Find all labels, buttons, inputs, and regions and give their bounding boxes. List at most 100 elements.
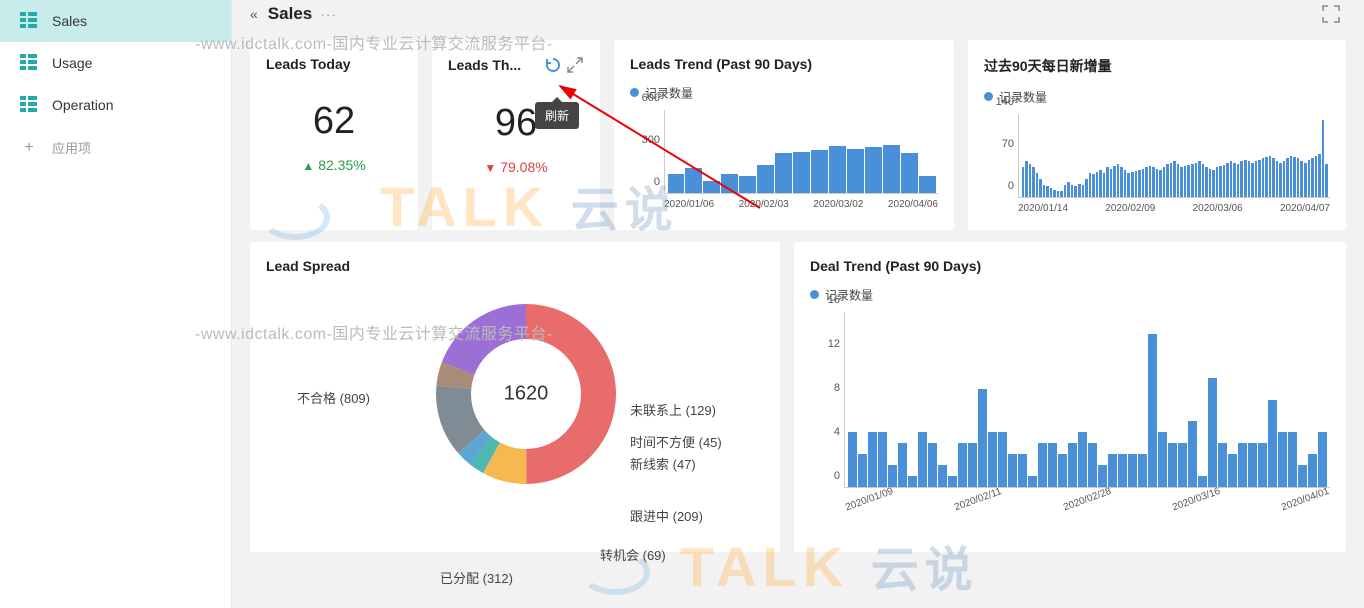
card-title: Leads Trend (Past 90 Days) xyxy=(630,56,938,72)
donut-center-value: 1620 xyxy=(504,383,549,406)
chart-bar xyxy=(1039,179,1042,197)
chart-bar xyxy=(1191,164,1194,197)
chart-bar xyxy=(898,443,907,487)
chart-bar xyxy=(1240,161,1243,197)
chart-bar xyxy=(1032,167,1035,197)
card-title: Lead Spread xyxy=(266,258,764,274)
chart-legend: 记录数量 xyxy=(630,84,938,102)
chart-bar xyxy=(1177,164,1180,197)
chart-bar xyxy=(1205,167,1208,197)
dashboard-icon xyxy=(20,96,38,114)
chart-bar xyxy=(1108,454,1117,487)
chart-bar xyxy=(1198,161,1201,197)
chart-bar xyxy=(1311,158,1314,197)
chart-bar xyxy=(1131,172,1134,197)
chart-bar xyxy=(1048,443,1057,487)
page-header: « Sales ··· xyxy=(232,0,1364,32)
chart-bar xyxy=(883,145,900,193)
sidebar-add-item[interactable]: + 应用项 xyxy=(0,126,231,169)
chart-bar xyxy=(848,432,857,487)
chart-bar xyxy=(1248,443,1257,487)
chart-bar xyxy=(1226,163,1229,197)
chart-bar xyxy=(668,174,685,193)
chart-bar xyxy=(1074,186,1077,197)
sidebar-item-sales[interactable]: Sales xyxy=(0,0,231,42)
chart-bar xyxy=(1166,164,1169,197)
sidebar-item-operation[interactable]: Operation xyxy=(0,84,231,126)
chart-bar xyxy=(1138,454,1147,487)
chart-bar xyxy=(908,476,917,487)
bar-chart: 0481216 2020/01/092020/02/112020/02/2820… xyxy=(810,312,1330,522)
chart-bar xyxy=(1099,170,1102,197)
chart-bar xyxy=(1135,171,1138,197)
chart-bar xyxy=(1218,443,1227,487)
chart-bar xyxy=(1168,443,1177,487)
chart-bar xyxy=(1283,161,1286,197)
card-title-row: Leads Th... xyxy=(448,56,584,74)
chart-bar xyxy=(1050,188,1053,197)
chart-bar xyxy=(1230,161,1233,197)
chart-card-deal-trend-90d: Deal Trend (Past 90 Days) 记录数量 0481216 2… xyxy=(794,242,1346,552)
chart-bar xyxy=(1148,334,1157,487)
chart-bar xyxy=(1251,163,1254,197)
chart-bar xyxy=(1265,157,1268,197)
chart-bar xyxy=(1297,158,1300,197)
card-title: Leads Th... xyxy=(448,57,540,73)
kpi-change: ▲82.35% xyxy=(266,157,402,173)
chart-bar xyxy=(1269,156,1272,198)
chart-bar xyxy=(1098,465,1107,487)
chart-bar xyxy=(1209,169,1212,197)
chart-bar xyxy=(721,174,738,193)
kpi-card-leads-this: Leads Th... 96 ▼79.08% xyxy=(432,40,600,230)
chart-bar xyxy=(1106,167,1109,197)
chart-bar xyxy=(1078,432,1087,487)
kpi-value: 62 xyxy=(266,100,402,143)
chart-bar xyxy=(1058,454,1067,487)
chart-bar xyxy=(1318,432,1327,487)
chart-bar xyxy=(1318,154,1321,197)
chart-bar xyxy=(1029,164,1032,197)
chart-bar xyxy=(1188,421,1197,487)
chart-bar xyxy=(1068,443,1077,487)
chart-bar xyxy=(1233,163,1236,197)
plus-icon: + xyxy=(20,139,38,157)
chart-bar xyxy=(1088,443,1097,487)
chart-bar xyxy=(811,150,828,193)
chart-bar xyxy=(1018,454,1027,487)
chart-bar xyxy=(1110,169,1113,197)
chart-bar xyxy=(1117,164,1120,197)
sidebar-item-usage[interactable]: Usage xyxy=(0,42,231,84)
tooltip-refresh: 刷新 xyxy=(535,102,579,129)
fullscreen-icon[interactable] xyxy=(1322,5,1340,23)
card-title: Leads Today xyxy=(266,56,402,72)
chart-bar xyxy=(1078,184,1081,197)
chart-bar xyxy=(1082,185,1085,197)
chart-bar xyxy=(978,389,987,487)
arrow-down-icon: ▼ xyxy=(484,161,496,175)
chart-bar xyxy=(1025,161,1028,197)
chart-bar xyxy=(1219,166,1222,197)
donut-slice-label: 时间不方便 (45) xyxy=(630,432,722,451)
arrow-up-icon: ▲ xyxy=(302,159,314,173)
donut-slice-label: 转机会 (69) xyxy=(600,545,666,564)
kpi-card-leads-today: Leads Today 62 ▲82.35% xyxy=(250,40,418,230)
expand-icon[interactable] xyxy=(566,56,584,74)
chart-bar xyxy=(968,443,977,487)
page-title: Sales xyxy=(268,4,312,24)
chart-bar xyxy=(1008,454,1017,487)
chart-bar xyxy=(1043,185,1046,197)
main: « Sales ··· Leads Today 62 ▲82.35% Leads… xyxy=(232,0,1364,608)
chart-bar xyxy=(1268,400,1277,488)
sidebar-item-label: 应用项 xyxy=(52,138,91,157)
chart-bar xyxy=(865,147,882,193)
chart-bar xyxy=(1300,161,1303,197)
chart-legend: 记录数量 xyxy=(984,88,1330,106)
collapse-sidebar-button[interactable]: « xyxy=(250,6,258,22)
chart-bar xyxy=(1184,166,1187,197)
chart-bar xyxy=(958,443,967,487)
more-menu-button[interactable]: ··· xyxy=(320,6,337,22)
chart-bar xyxy=(1228,454,1237,487)
chart-bar xyxy=(1124,170,1127,197)
chart-bar xyxy=(1308,160,1311,197)
refresh-icon[interactable] xyxy=(544,56,562,74)
